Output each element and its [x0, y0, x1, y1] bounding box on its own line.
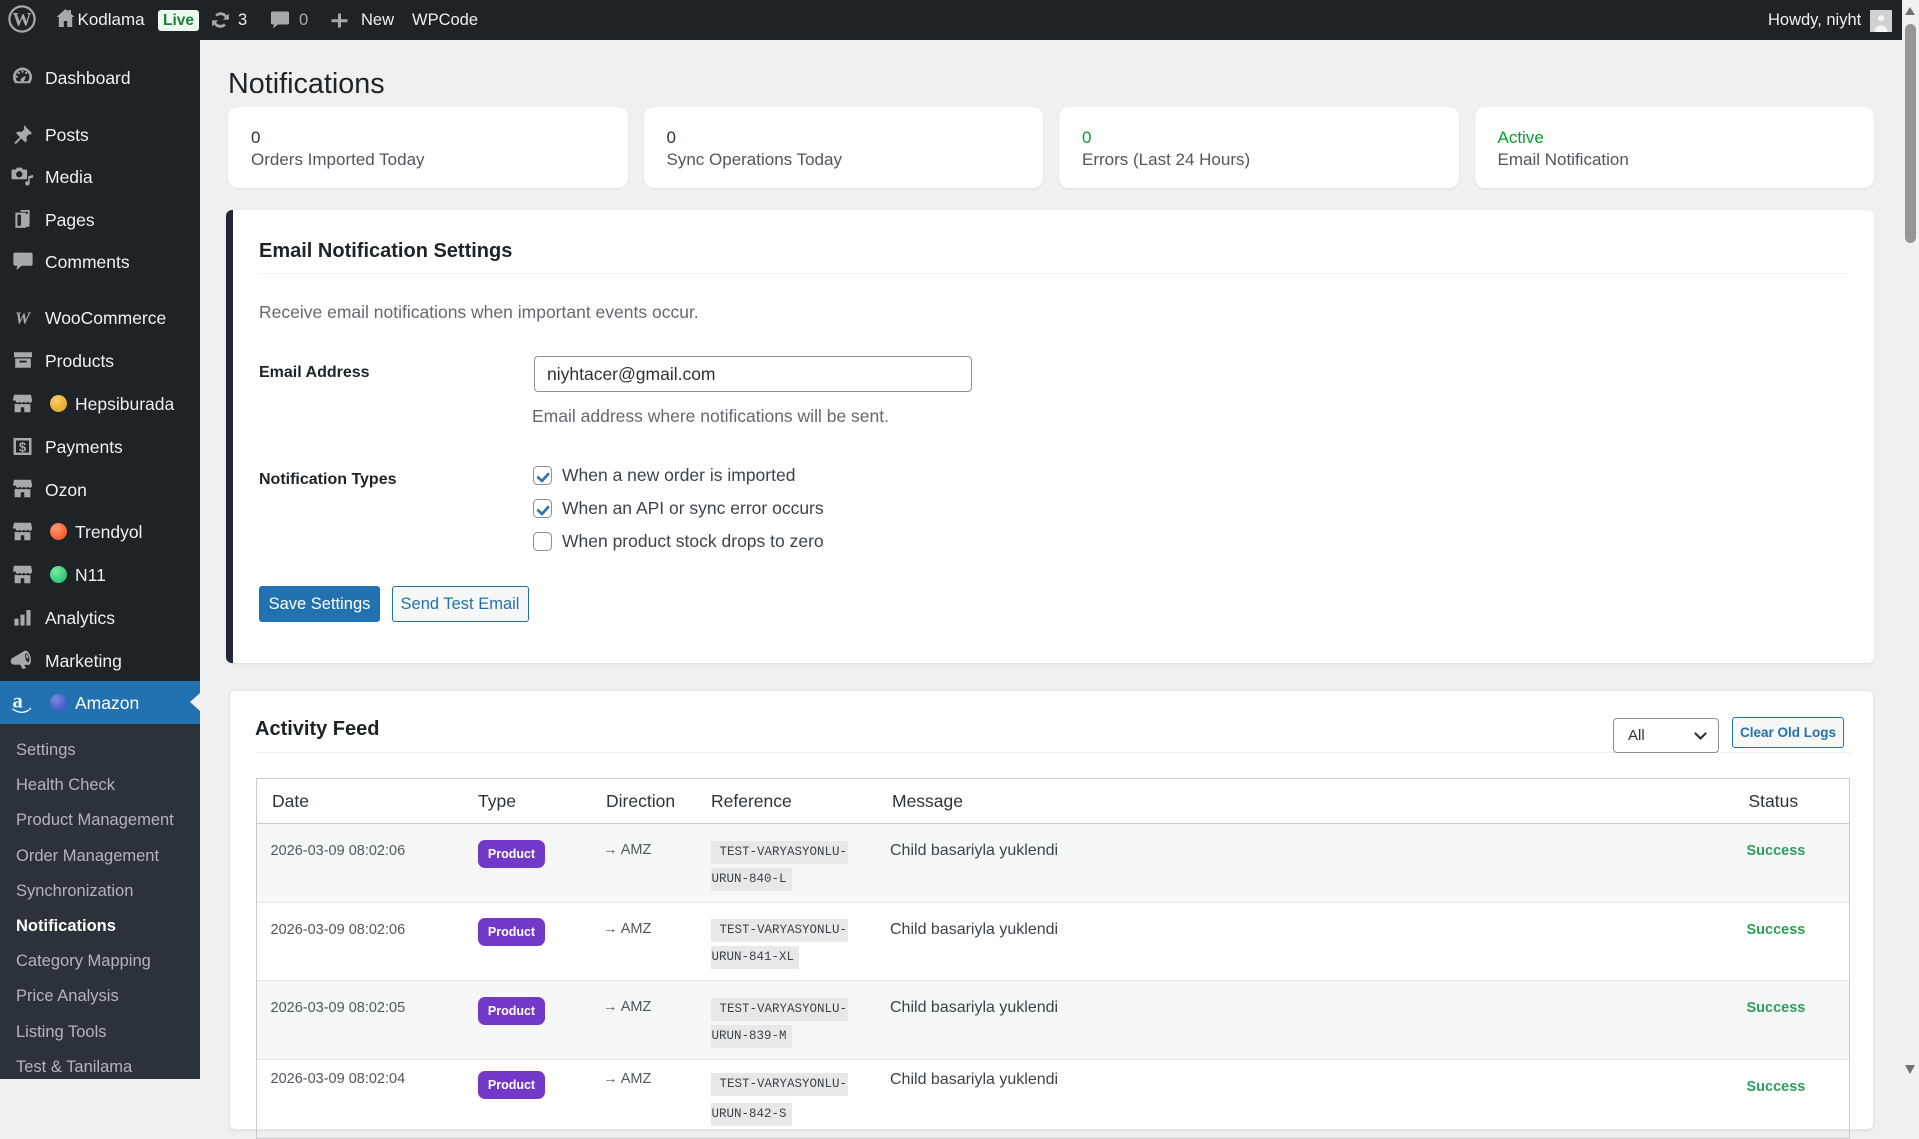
svg-text:a: a: [13, 690, 23, 712]
svg-text:$: $: [19, 439, 27, 454]
svg-text:W: W: [15, 308, 32, 327]
svg-text:W: W: [13, 10, 32, 31]
